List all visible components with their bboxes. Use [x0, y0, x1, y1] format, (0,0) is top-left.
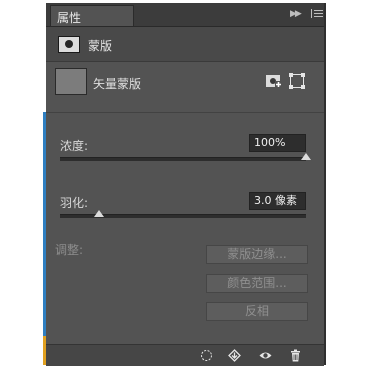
add-pixel-mask-icon[interactable]	[266, 75, 282, 88]
density-slider[interactable]	[60, 153, 311, 161]
layer-mask-icon	[58, 36, 80, 53]
color-range-button[interactable]: 颜色范围...	[206, 274, 308, 293]
tab-properties-label: 属性	[57, 11, 82, 25]
mask-header: 蒙版	[46, 27, 324, 62]
feather-input[interactable]: 3.0 像素	[249, 192, 306, 210]
feather-label: 羽化:	[60, 196, 89, 210]
load-selection-icon[interactable]	[200, 349, 213, 362]
density-input[interactable]: 100%	[249, 134, 306, 152]
properties-panel: 属性 ▶▶ 蒙版 矢量蒙版 浓度: 100% 羽化: 3.0 像素 调整: 蒙版…	[46, 3, 324, 366]
panel-right-edge	[324, 3, 326, 365]
double-chevron-right-icon[interactable]: ▶▶	[290, 9, 302, 19]
feather-slider[interactable]	[60, 210, 306, 218]
trash-icon[interactable]	[289, 349, 302, 362]
density-slider-thumb[interactable]	[301, 153, 311, 160]
tab-properties[interactable]: 属性	[50, 5, 134, 26]
section-divider	[46, 112, 324, 113]
vector-mask-thumbnail[interactable]	[55, 68, 87, 95]
panel-tab-bar: 属性 ▶▶	[46, 3, 324, 27]
mask-edge-button[interactable]: 蒙版边缘...	[206, 245, 308, 264]
invert-button[interactable]: 反相	[206, 302, 308, 321]
adjust-label: 调整:	[55, 243, 84, 257]
density-label: 浓度:	[60, 139, 89, 153]
vector-mask-row: 矢量蒙版	[46, 63, 324, 109]
panel-menu-icon[interactable]	[311, 8, 323, 19]
feather-slider-thumb[interactable]	[94, 210, 105, 217]
eye-icon[interactable]	[259, 349, 272, 362]
panel-section-title: 蒙版	[88, 39, 113, 53]
vector-mask-select-icon[interactable]	[289, 73, 305, 89]
apply-mask-icon[interactable]	[228, 349, 241, 362]
panel-bottom-toolbar	[46, 344, 324, 366]
vector-mask-label: 矢量蒙版	[93, 77, 142, 91]
